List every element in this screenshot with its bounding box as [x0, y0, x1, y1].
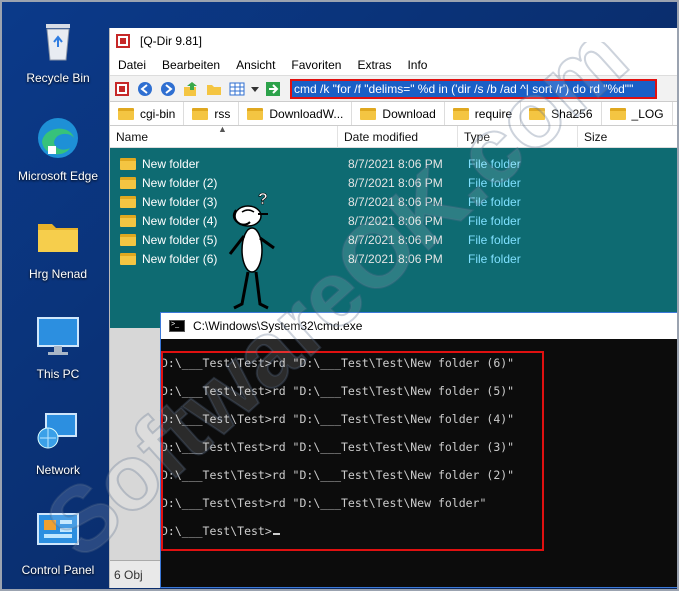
- up-folder-icon[interactable]: [181, 79, 201, 99]
- forward-arrow-icon[interactable]: [158, 79, 178, 99]
- sort-arrow-icon: ▲: [218, 124, 227, 134]
- control-panel-icon: [37, 513, 79, 545]
- file-row[interactable]: New folder 8/7/2021 8:06 PM File folder: [110, 154, 677, 173]
- file-row[interactable]: New folder (5) 8/7/2021 8:06 PM File fol…: [110, 230, 677, 249]
- folder-icon: [120, 214, 136, 227]
- menubar: Datei Bearbeiten Ansicht Favoriten Extra…: [110, 54, 677, 76]
- folder-icon: [120, 157, 136, 170]
- file-type: File folder: [468, 194, 521, 209]
- file-date: 8/7/2021 8:06 PM: [348, 156, 443, 171]
- favorites-bar: cgi-bin rss DownloadW... Download requir…: [110, 102, 677, 126]
- file-date: 8/7/2021 8:06 PM: [348, 251, 443, 266]
- file-date: 8/7/2021 8:06 PM: [348, 213, 443, 228]
- desktop-icon-this-pc[interactable]: This PC: [10, 312, 106, 381]
- menu-bearbeiten[interactable]: Bearbeiten: [154, 58, 228, 72]
- folder-icon: [452, 107, 469, 120]
- folder-icon: [529, 107, 546, 120]
- menu-info[interactable]: Info: [399, 58, 435, 72]
- folder-icon: [118, 107, 134, 120]
- favorite-item[interactable]: rss: [184, 102, 240, 125]
- desktop-icon-label: Microsoft Edge: [17, 169, 99, 183]
- file-row[interactable]: New folder (4) 8/7/2021 8:06 PM File fol…: [110, 211, 677, 230]
- cmd-icon: [169, 320, 185, 332]
- desktop-icon-label: Network: [35, 463, 80, 477]
- favorite-item[interactable]: _LOG: [602, 102, 673, 125]
- monitor-icon: [37, 317, 79, 355]
- favorite-item[interactable]: Download: [352, 102, 445, 125]
- desktop-icon-label: This PC: [36, 367, 80, 381]
- folder-icon: [120, 176, 136, 189]
- file-date: 8/7/2021 8:06 PM: [348, 175, 443, 190]
- cmd-title: C:\Windows\System32\cmd.exe: [193, 319, 363, 333]
- desktop-icon-label: Control Panel: [21, 563, 95, 577]
- file-date: 8/7/2021 8:06 PM: [348, 232, 443, 247]
- folder-icon: [120, 233, 136, 246]
- desktop-icon-hrg-nenad[interactable]: Hrg Nenad: [10, 212, 106, 281]
- folder-icon: [120, 195, 136, 208]
- svg-text:?: ?: [258, 191, 268, 208]
- folder-icon: [38, 224, 78, 252]
- file-type: File folder: [468, 251, 521, 266]
- file-type: File folder: [468, 156, 521, 171]
- desktop-icon-label: Hrg Nenad: [28, 267, 88, 281]
- file-type: File folder: [468, 213, 521, 228]
- favorite-item[interactable]: require: [445, 102, 522, 125]
- toolbar: cmd /k "for /f "delims=" %d in ('dir /s …: [110, 76, 677, 102]
- view-grid-icon[interactable]: [227, 79, 247, 99]
- desktop-icon-label: Recycle Bin: [26, 71, 90, 85]
- back-arrow-icon[interactable]: [135, 79, 155, 99]
- folder-icon: [247, 107, 264, 120]
- menu-datei[interactable]: Datei: [110, 58, 154, 72]
- network-icon: [37, 413, 77, 449]
- recycle-bin-icon: [46, 24, 70, 61]
- panel-icon[interactable]: [112, 79, 132, 99]
- file-row[interactable]: New folder (6) 8/7/2021 8:06 PM File fol…: [110, 249, 677, 268]
- folder-icon: [192, 107, 209, 120]
- status-bar: 6 Obj: [110, 560, 162, 588]
- highlight-frame: [161, 351, 544, 551]
- desktop-icon-control-panel[interactable]: Control Panel: [10, 508, 106, 577]
- column-size[interactable]: Size: [578, 126, 677, 148]
- favorite-item[interactable]: cgi-bin: [110, 102, 185, 125]
- cmd-titlebar[interactable]: C:\Windows\System32\cmd.exe: [161, 313, 677, 339]
- status-text: 6 Obj: [114, 567, 143, 582]
- qdir-app-icon: [116, 34, 130, 48]
- file-type: File folder: [468, 175, 521, 190]
- desktop-icon-recycle-bin[interactable]: Recycle Bin: [10, 16, 106, 85]
- qdir-titlebar[interactable]: [Q-Dir 9.81]: [110, 28, 677, 54]
- folder-icon: [360, 107, 377, 120]
- menu-extras[interactable]: Extras: [349, 58, 399, 72]
- window-title: [Q-Dir 9.81]: [140, 34, 203, 48]
- favorite-item[interactable]: Te: [673, 102, 677, 125]
- file-row[interactable]: New folder (3) 8/7/2021 8:06 PM File fol…: [110, 192, 677, 211]
- folder-icon: [120, 252, 136, 265]
- favorite-item[interactable]: Sha256: [521, 102, 602, 125]
- column-header: ▲ Name Date modified Type Size: [110, 124, 677, 148]
- menu-favoriten[interactable]: Favoriten: [283, 58, 349, 72]
- file-type: File folder: [468, 232, 521, 247]
- folder-open-icon[interactable]: [204, 79, 224, 99]
- desktop-icon-edge[interactable]: Microsoft Edge: [10, 114, 106, 183]
- file-name: New folder: [142, 156, 200, 171]
- go-arrow-icon[interactable]: [263, 79, 283, 99]
- folder-icon: [609, 107, 626, 120]
- thinking-figure-illustration: ?: [228, 191, 275, 310]
- screenshot-frame: Recycle Bin Microsoft Edge Hrg Nenad Thi…: [0, 0, 679, 591]
- dropdown-arrow-icon[interactable]: [250, 79, 260, 99]
- menu-ansicht[interactable]: Ansicht: [228, 58, 283, 72]
- favorite-item[interactable]: DownloadW...: [239, 102, 353, 125]
- file-row[interactable]: New folder (2) 8/7/2021 8:06 PM File fol…: [110, 173, 677, 192]
- file-date: 8/7/2021 8:06 PM: [348, 194, 443, 209]
- file-list: New folder 8/7/2021 8:06 PM File folder …: [110, 148, 677, 328]
- edge-icon: [38, 118, 78, 158]
- column-type[interactable]: Type: [458, 126, 578, 148]
- desktop-icon-network[interactable]: Network: [10, 408, 106, 477]
- command-input[interactable]: cmd /k "for /f "delims=" %d in ('dir /s …: [290, 78, 657, 99]
- column-date-modified[interactable]: Date modified: [338, 126, 458, 148]
